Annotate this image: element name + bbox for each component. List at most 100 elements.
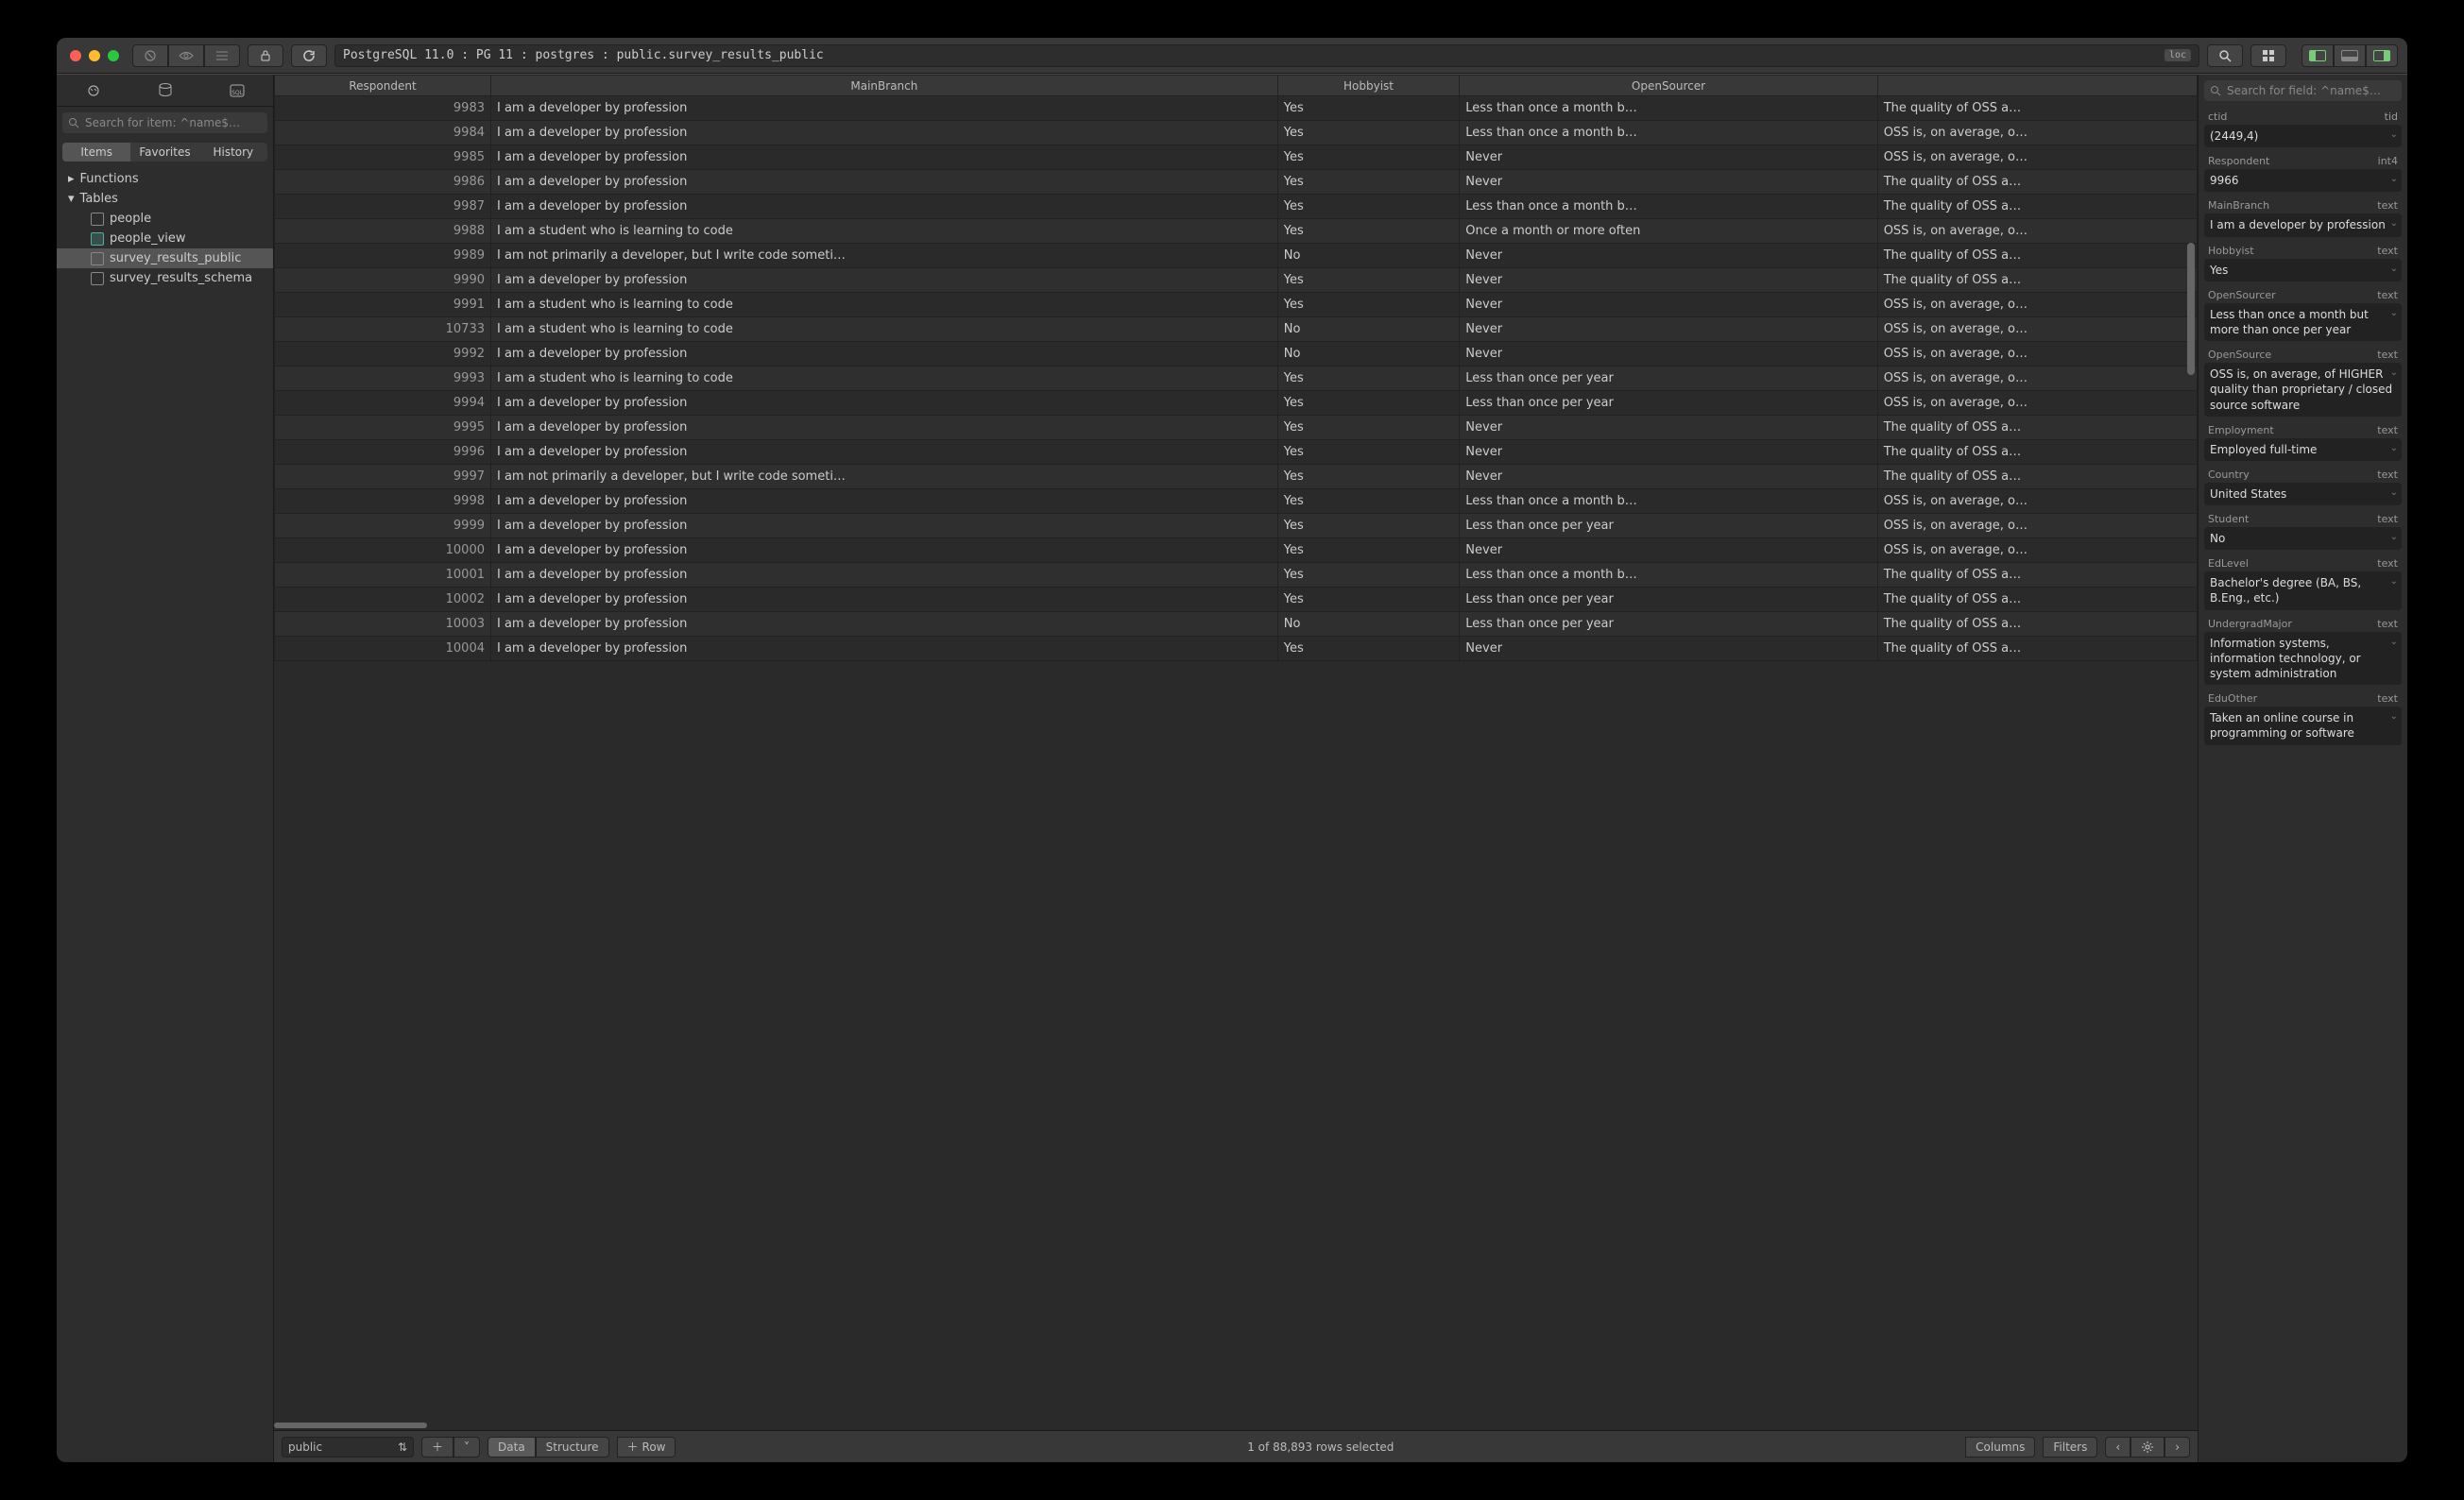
table-row[interactable]: 9988I am a student who is learning to co…	[275, 219, 2198, 244]
pane-bottom-toggle[interactable]	[2334, 44, 2366, 67]
cell[interactable]: Yes	[1277, 293, 1460, 317]
field-value[interactable]: Less than once a month but more than onc…	[2204, 303, 2402, 341]
page-settings-button[interactable]	[2130, 1437, 2165, 1457]
cell[interactable]: Never	[1460, 342, 1877, 366]
sidebar-tab-items[interactable]: Items	[62, 143, 130, 162]
cell[interactable]: 10001	[275, 563, 491, 588]
field-value[interactable]: I am a developer by profession⌄	[2204, 213, 2402, 236]
cell[interactable]: I am a developer by profession	[491, 170, 1278, 195]
table-row[interactable]: 10000I am a developer by professionYesNe…	[275, 538, 2198, 563]
cell[interactable]: 10000	[275, 538, 491, 563]
cell[interactable]: Less than once per year	[1460, 391, 1877, 416]
table-row[interactable]: 9994I am a developer by professionYesLes…	[275, 391, 2198, 416]
cell[interactable]: I am a student who is learning to code	[491, 293, 1278, 317]
cell[interactable]: Less than once a month b…	[1460, 96, 1877, 121]
cell[interactable]: OSS is, on average, o…	[1877, 514, 2197, 538]
cell[interactable]: I am a developer by profession	[491, 416, 1278, 440]
cell[interactable]: I am a developer by profession	[491, 96, 1278, 121]
cell[interactable]: The quality of OSS a…	[1877, 244, 2197, 268]
cell[interactable]: Never	[1460, 244, 1877, 268]
field-value[interactable]: OSS is, on average, of HIGHER quality th…	[2204, 363, 2402, 417]
database-icon[interactable]	[158, 82, 173, 99]
cell[interactable]: Never	[1460, 538, 1877, 563]
table-row[interactable]: 9990I am a developer by professionYesNev…	[275, 268, 2198, 293]
cell[interactable]: 9988	[275, 219, 491, 244]
cell[interactable]: 10002	[275, 588, 491, 612]
cell[interactable]: Yes	[1277, 416, 1460, 440]
cell[interactable]: The quality of OSS a…	[1877, 96, 2197, 121]
cell[interactable]: Never	[1460, 440, 1877, 465]
tab-data[interactable]: Data	[488, 1437, 536, 1457]
table-row[interactable]: 9998I am a developer by professionYesLes…	[275, 489, 2198, 514]
cell[interactable]: 9985	[275, 145, 491, 170]
field-value[interactable]: Bachelor's degree (BA, BS, B.Eng., etc.)…	[2204, 571, 2402, 609]
cell[interactable]: I am a developer by profession	[491, 637, 1278, 661]
cell[interactable]: The quality of OSS a…	[1877, 268, 2197, 293]
preview-button[interactable]	[168, 44, 204, 67]
cell[interactable]: I am not primarily a developer, but I wr…	[491, 244, 1278, 268]
field-value[interactable]: Yes⌄	[2204, 259, 2402, 281]
schema-select[interactable]: public ⇅	[282, 1437, 414, 1457]
cell[interactable]: Never	[1460, 416, 1877, 440]
page-next-button[interactable]: ›	[2165, 1437, 2190, 1457]
table-row[interactable]: 10001I am a developer by professionYesLe…	[275, 563, 2198, 588]
cell[interactable]: OSS is, on average, o…	[1877, 317, 2197, 342]
close-icon[interactable]	[70, 50, 81, 61]
field-value[interactable]: Employed full-time⌄	[2204, 438, 2402, 461]
cell[interactable]: No	[1277, 317, 1460, 342]
column-header[interactable]: Hobbyist	[1277, 76, 1460, 96]
cell[interactable]: OSS is, on average, o…	[1877, 219, 2197, 244]
cell[interactable]: 9984	[275, 121, 491, 145]
lock-button[interactable]	[248, 44, 283, 67]
cell[interactable]: I am a developer by profession	[491, 440, 1278, 465]
cell[interactable]: The quality of OSS a…	[1877, 465, 2197, 489]
cell[interactable]: The quality of OSS a…	[1877, 440, 2197, 465]
sidebar-item-survey_results_schema[interactable]: survey_results_schema	[57, 268, 273, 288]
columns-button[interactable]: Columns	[1965, 1437, 2035, 1457]
cell[interactable]: 9992	[275, 342, 491, 366]
field-value[interactable]: No⌄	[2204, 527, 2402, 550]
pane-right-toggle[interactable]	[2366, 44, 2398, 67]
cell[interactable]: OSS is, on average, o…	[1877, 391, 2197, 416]
filters-button[interactable]: Filters	[2043, 1437, 2097, 1457]
table-row[interactable]: 9985I am a developer by professionYesNev…	[275, 145, 2198, 170]
table-row[interactable]: 10004I am a developer by professionYesNe…	[275, 637, 2198, 661]
table-row[interactable]: 10002I am a developer by professionYesLe…	[275, 588, 2198, 612]
cell[interactable]: Yes	[1277, 96, 1460, 121]
cell[interactable]: I am a developer by profession	[491, 514, 1278, 538]
cell[interactable]: 10004	[275, 637, 491, 661]
cell[interactable]: 9993	[275, 366, 491, 391]
console-button[interactable]	[204, 44, 240, 67]
cell[interactable]: I am a student who is learning to code	[491, 317, 1278, 342]
table-row[interactable]: 10003I am a developer by professionNoLes…	[275, 612, 2198, 637]
table-row[interactable]: 9986I am a developer by professionYesNev…	[275, 170, 2198, 195]
cell[interactable]: The quality of OSS a…	[1877, 170, 2197, 195]
cell[interactable]: OSS is, on average, o…	[1877, 293, 2197, 317]
cell[interactable]: No	[1277, 612, 1460, 637]
column-header[interactable]: MainBranch	[491, 76, 1278, 96]
column-header[interactable]: OpenSourcer	[1460, 76, 1877, 96]
field-value[interactable]: (2449,4)⌄	[2204, 125, 2402, 147]
cell[interactable]: No	[1277, 342, 1460, 366]
cell[interactable]: OSS is, on average, o…	[1877, 121, 2197, 145]
cell[interactable]: Less than once per year	[1460, 366, 1877, 391]
cell[interactable]: Never	[1460, 170, 1877, 195]
table-row[interactable]: 10733I am a student who is learning to c…	[275, 317, 2198, 342]
cell[interactable]: Yes	[1277, 145, 1460, 170]
cell[interactable]: Yes	[1277, 195, 1460, 219]
cell[interactable]: I am a developer by profession	[491, 121, 1278, 145]
cell[interactable]: Never	[1460, 268, 1877, 293]
cell[interactable]: 9999	[275, 514, 491, 538]
cell[interactable]: The quality of OSS a…	[1877, 195, 2197, 219]
cell[interactable]: I am a developer by profession	[491, 563, 1278, 588]
cell[interactable]: Once a month or more often	[1460, 219, 1877, 244]
table-row[interactable]: 9991I am a student who is learning to co…	[275, 293, 2198, 317]
cell[interactable]: OSS is, on average, o…	[1877, 145, 2197, 170]
cell[interactable]: 9991	[275, 293, 491, 317]
sidebar-group-functions[interactable]: ▸ Functions	[57, 169, 273, 189]
pane-left-toggle[interactable]	[2301, 44, 2334, 67]
sidebar-tab-favorites[interactable]: Favorites	[130, 143, 198, 162]
cell[interactable]: I am a student who is learning to code	[491, 219, 1278, 244]
sidebar-item-people[interactable]: people	[57, 209, 273, 229]
cell[interactable]: I am not primarily a developer, but I wr…	[491, 465, 1278, 489]
